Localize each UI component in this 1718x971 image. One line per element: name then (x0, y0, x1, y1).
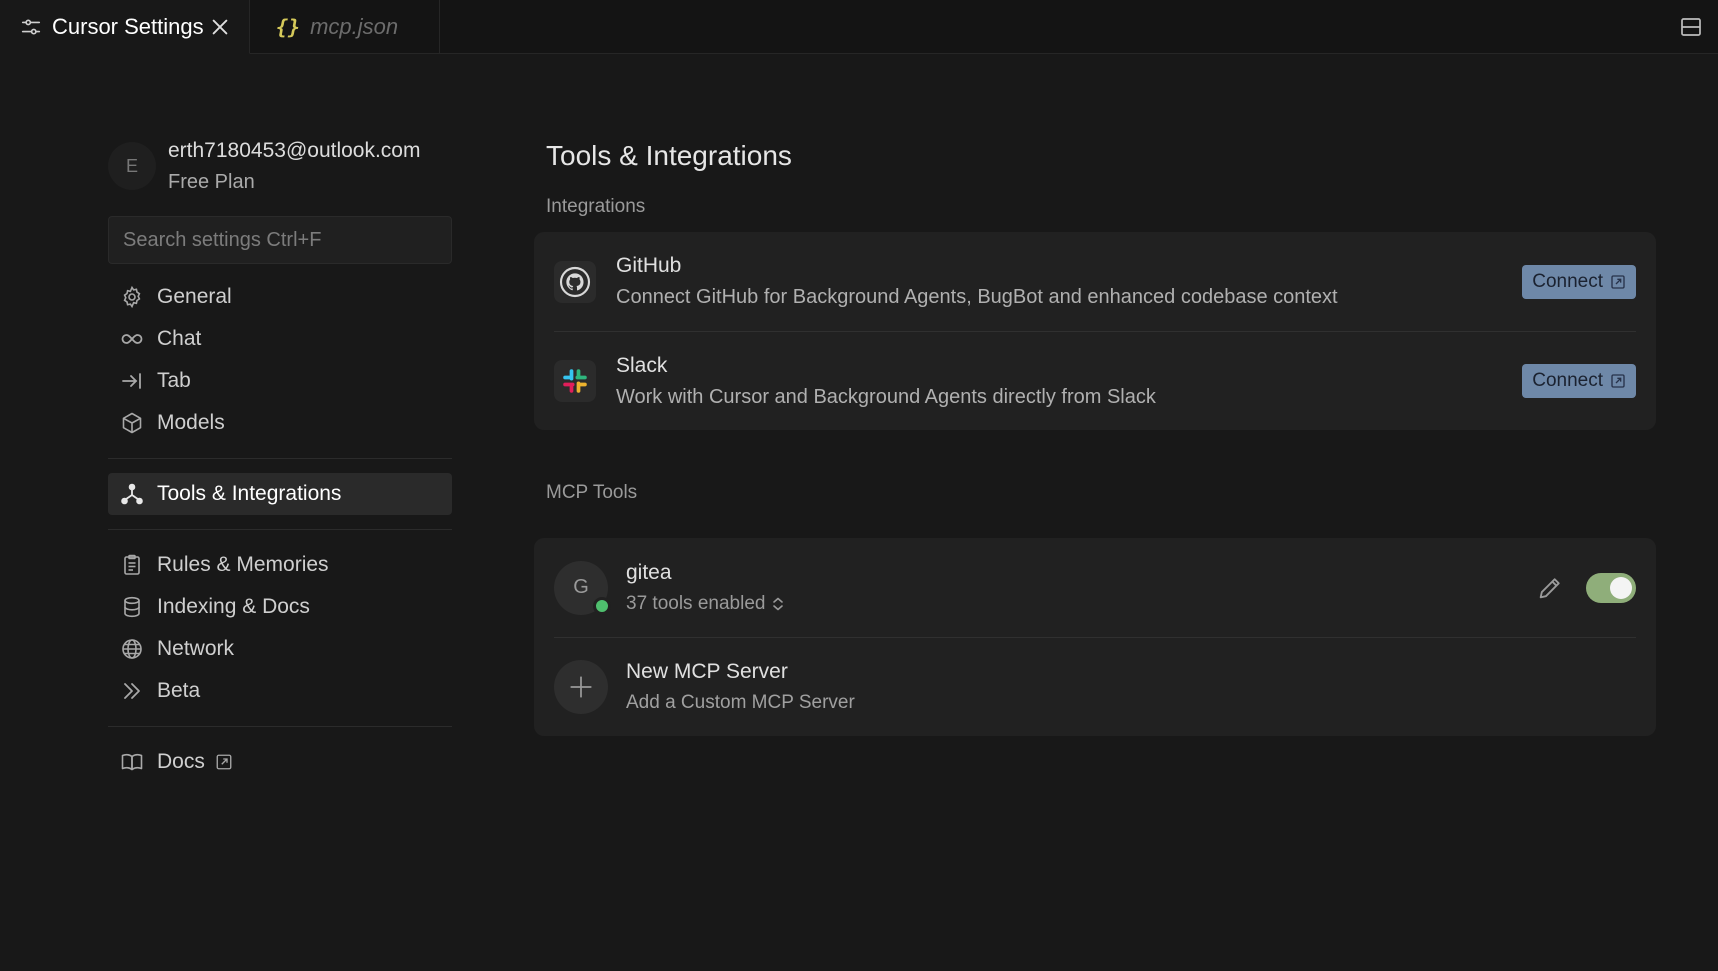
sidebar-item-rules-memories[interactable]: Rules & Memories (108, 544, 452, 586)
book-icon (120, 750, 144, 774)
integration-row-slack: Slack Work with Cursor and Background Ag… (554, 331, 1636, 430)
search-input[interactable] (121, 227, 439, 253)
integration-name: GitHub (616, 254, 682, 277)
mcp-tools-card: G gitea 37 tools enabled New MCP Server … (534, 538, 1656, 736)
mcp-server-row-gitea: G gitea 37 tools enabled (554, 538, 1636, 637)
integration-description: Work with Cursor and Background Agents d… (616, 385, 1156, 408)
new-server-title: New MCP Server (626, 660, 788, 683)
gitea-enabled-toggle[interactable] (1586, 572, 1636, 603)
external-link-icon (215, 753, 233, 771)
sidebar-item-label: Tools & Integrations (157, 482, 342, 505)
divider (108, 529, 452, 530)
chevron-up-down-icon (771, 596, 785, 612)
sidebar-item-label: Models (157, 411, 225, 434)
sidebar-item-label: General (157, 285, 232, 308)
integrations-card: GitHub Connect GitHub for Background Age… (534, 232, 1656, 430)
sidebar-item-label: Chat (157, 327, 202, 350)
sidebar-item-label: Beta (157, 679, 201, 702)
sidebar-item-tab[interactable]: Tab (108, 360, 452, 402)
sidebar-item-tools-integrations[interactable]: Tools & Integrations (108, 473, 452, 515)
sliders-icon (20, 16, 42, 38)
mcp-server-name: gitea (626, 560, 672, 584)
sidebar-item-chat[interactable]: Chat (108, 318, 452, 360)
sidebar-item-label: Tab (157, 369, 191, 392)
button-label: Connect (1532, 270, 1603, 292)
slack-connect-button[interactable]: Connect (1522, 364, 1636, 398)
server-avatar: G (554, 560, 611, 615)
database-icon (120, 595, 144, 619)
cube-icon (120, 411, 144, 435)
external-link-icon (1610, 274, 1626, 290)
json-braces-icon: {} (276, 14, 301, 39)
sidebar-item-network[interactable]: Network (108, 628, 452, 670)
nav-group-integrations: Tools & Integrations (108, 473, 452, 515)
divider (108, 726, 452, 727)
status-indicator (593, 596, 611, 615)
server-initial: G (573, 576, 589, 598)
nav-group-docs: Docs (108, 741, 452, 783)
tab-label: Cursor Settings (52, 13, 204, 39)
nav-group-primary: General Chat Tab Models (108, 276, 452, 444)
sidebar-item-models[interactable]: Models (108, 402, 452, 444)
sidebar-item-label: Docs (157, 750, 205, 773)
settings-sidebar: E erth7180453@outlook.com Free Plan Gene… (108, 136, 452, 783)
new-mcp-server-row[interactable]: New MCP Server Add a Custom MCP Server (554, 637, 1636, 736)
globe-icon (120, 637, 144, 661)
network-nodes-icon (120, 482, 144, 506)
gear-icon (120, 285, 144, 309)
page-title: Tools & Integrations (546, 140, 792, 171)
integration-row-github: GitHub Connect GitHub for Background Age… (554, 232, 1636, 331)
integration-name: Slack (616, 353, 668, 377)
slack-logo-icon (554, 360, 596, 402)
tab-cursor-settings[interactable]: Cursor Settings (0, 0, 250, 54)
nav-group-secondary: Rules & Memories Indexing & Docs Network (108, 544, 452, 712)
github-connect-button[interactable]: Connect (1522, 264, 1636, 299)
account-email: erth7180453@outlook.com (168, 138, 421, 162)
search-settings[interactable] (108, 216, 452, 264)
arrow-to-line-icon (120, 369, 144, 393)
toggle-panel-layout-button[interactable] (1664, 0, 1718, 53)
plus-icon (554, 660, 608, 714)
section-label-mcp-tools: MCP Tools (546, 482, 638, 503)
button-label: Connect (1532, 370, 1603, 391)
tab-label: mcp.json (310, 13, 399, 39)
sidebar-item-indexing-docs[interactable]: Indexing & Docs (108, 586, 452, 628)
account-plan: Free Plan (168, 170, 255, 193)
close-icon[interactable] (209, 16, 231, 38)
editor-tab-bar: Cursor Settings {} mcp.json (0, 0, 1718, 54)
account-summary: E erth7180453@outlook.com Free Plan (108, 136, 452, 196)
sidebar-item-label: Network (157, 637, 235, 660)
tools-enabled-label: 37 tools enabled (626, 592, 766, 614)
sidebar-item-general[interactable]: General (108, 276, 452, 318)
toggle-knob (1610, 576, 1632, 599)
sidebar-item-beta[interactable]: Beta (108, 670, 452, 712)
double-chevron-right-icon (120, 679, 144, 703)
tab-mcp-json[interactable]: {} mcp.json (250, 0, 440, 53)
external-link-icon (1610, 373, 1626, 389)
divider (108, 458, 452, 459)
sidebar-item-docs[interactable]: Docs (108, 741, 452, 783)
settings-main-panel: Tools & Integrations Integrations GitHub… (534, 136, 1656, 736)
integration-description: Connect GitHub for Background Agents, Bu… (616, 286, 1338, 308)
tools-enabled-dropdown[interactable]: 37 tools enabled (626, 593, 1536, 615)
clipboard-icon (120, 553, 144, 577)
github-logo-icon (554, 260, 596, 303)
layout-panel-icon (1679, 15, 1703, 39)
avatar: E (108, 142, 156, 190)
sidebar-item-label: Indexing & Docs (157, 595, 310, 618)
infinity-icon (120, 327, 144, 351)
sidebar-item-label: Rules & Memories (157, 553, 329, 576)
pencil-icon[interactable] (1536, 574, 1564, 602)
section-label-integrations: Integrations (546, 196, 646, 217)
new-server-subtitle: Add a Custom MCP Server (626, 692, 855, 713)
